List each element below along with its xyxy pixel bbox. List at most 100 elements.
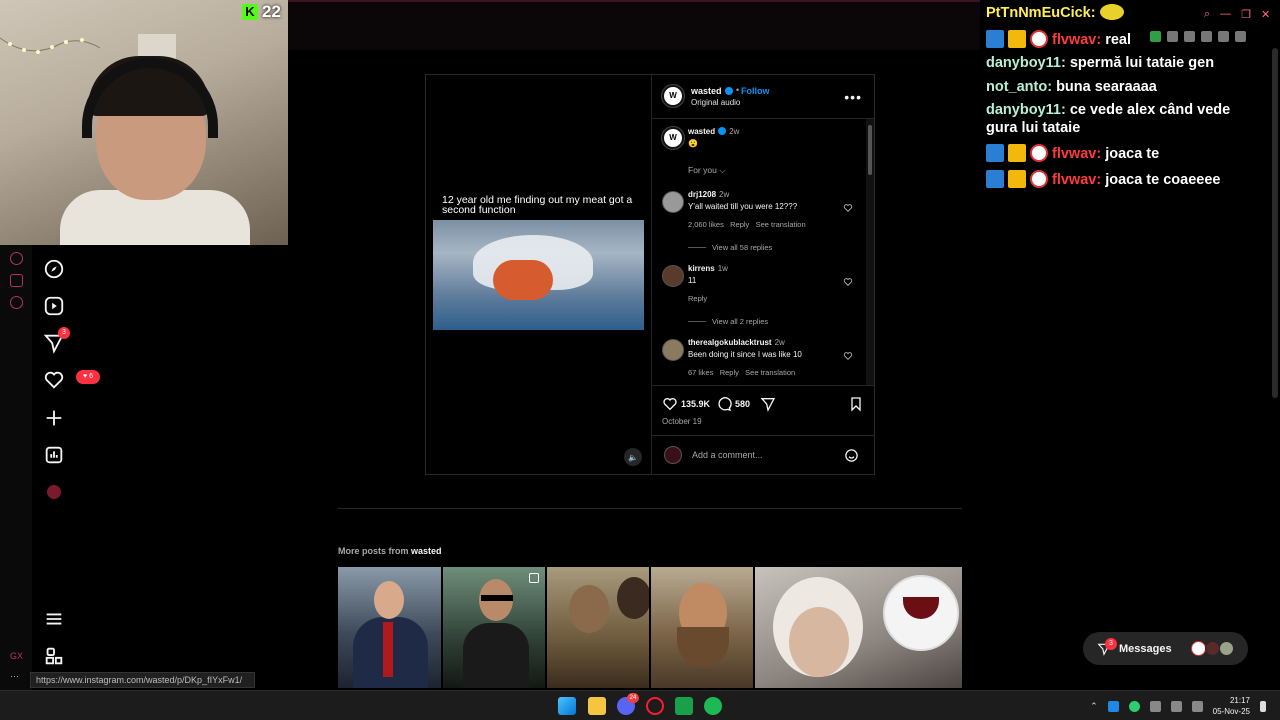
extensions-icon[interactable] xyxy=(10,274,23,287)
create-button[interactable] xyxy=(42,406,66,430)
messages-nav-button[interactable]: 3 xyxy=(42,327,70,355)
post-date[interactable]: October 19 xyxy=(662,417,702,426)
tray-app-icon[interactable] xyxy=(1107,700,1119,712)
post-header: wasted • Follow Original audio ••• xyxy=(652,75,874,119)
save-action[interactable] xyxy=(848,396,864,412)
notification-icon[interactable] xyxy=(1260,700,1266,712)
settings-icon[interactable] xyxy=(10,296,23,309)
apps-button[interactable] xyxy=(42,644,66,668)
chevron-up-icon[interactable]: ⌃ xyxy=(1090,701,1098,712)
more-options-icon[interactable]: ••• xyxy=(844,89,862,105)
comment-avatar[interactable] xyxy=(662,339,684,361)
comment-user[interactable]: drj1208 xyxy=(688,190,716,199)
puzzle-icon[interactable] xyxy=(1184,31,1195,42)
menu-button[interactable] xyxy=(42,607,66,631)
job-badge-icon xyxy=(1030,170,1048,188)
mute-button[interactable]: 🔈 xyxy=(624,448,642,466)
history-icon[interactable] xyxy=(10,252,23,265)
comment-avatar[interactable] xyxy=(662,265,684,287)
chat-username[interactable]: flvwav: xyxy=(1052,146,1101,162)
post-thumbnail[interactable] xyxy=(443,567,545,688)
see-translation-button[interactable]: See translation xyxy=(756,220,806,229)
restore-icon[interactable]: ❐ xyxy=(1241,8,1251,21)
crown-badge-icon xyxy=(1008,144,1026,162)
more-posts-author[interactable]: wasted xyxy=(411,546,442,556)
chat-username[interactable]: danyboy11: xyxy=(986,55,1066,71)
add-comment-bar: Add a comment... xyxy=(652,435,874,474)
comments-scroll-thumb[interactable] xyxy=(868,125,872,175)
reply-button[interactable]: Reply xyxy=(730,220,749,229)
like-action[interactable]: 135.9K xyxy=(662,396,710,412)
post-thumbnail[interactable] xyxy=(651,567,753,688)
comment-user[interactable]: kirrens xyxy=(688,264,715,273)
page-scrollbar[interactable] xyxy=(1272,48,1278,398)
tray-app-icon[interactable] xyxy=(1128,700,1140,712)
comment-input[interactable]: Add a comment... xyxy=(692,450,763,460)
heart-icon xyxy=(44,371,64,389)
explore-button[interactable] xyxy=(42,257,66,281)
spotify-icon[interactable] xyxy=(704,697,722,715)
messages-button[interactable]: 3 Messages xyxy=(1083,632,1248,665)
chat-username[interactable]: danyboy11: xyxy=(986,102,1066,118)
chat-username[interactable]: PtTnNmEuCick: xyxy=(986,5,1096,21)
post-thumbnail[interactable] xyxy=(755,567,962,688)
chat-username[interactable]: flvwav: xyxy=(1052,32,1101,48)
view-replies-button[interactable]: View all 58 replies xyxy=(688,243,772,252)
chat-username[interactable]: flvwav: xyxy=(1052,172,1101,188)
emoji-icon[interactable] xyxy=(844,448,859,463)
reply-button[interactable]: Reply xyxy=(688,294,707,303)
download-icon[interactable] xyxy=(1218,31,1229,42)
comment-likes[interactable]: 2,060 likes xyxy=(688,220,724,229)
comment-avatar[interactable] xyxy=(662,191,684,213)
search-icon[interactable]: ⌕ xyxy=(1204,8,1210,21)
file-explorer-icon[interactable] xyxy=(588,697,606,715)
see-translation-button[interactable]: See translation xyxy=(745,368,795,377)
tie-shape xyxy=(383,622,393,677)
sort-dropdown[interactable]: For you ⌵ xyxy=(688,165,726,176)
meme-video-frame[interactable] xyxy=(433,220,644,330)
network-icon[interactable] xyxy=(1170,700,1182,712)
minimize-icon[interactable]: — xyxy=(1220,8,1231,21)
close-icon[interactable]: ✕ xyxy=(1261,8,1270,21)
author-avatar[interactable] xyxy=(662,85,684,107)
comment-like-icon[interactable] xyxy=(843,277,853,287)
volume-icon[interactable] xyxy=(1191,700,1203,712)
chat-text: real xyxy=(1105,32,1132,48)
follow-button[interactable]: Follow xyxy=(741,86,770,96)
messages-nav-badge: 3 xyxy=(58,327,70,339)
profile-button[interactable] xyxy=(42,480,66,504)
caption-author[interactable]: wasted xyxy=(688,127,715,136)
reels-button[interactable] xyxy=(42,294,66,318)
view-replies-button[interactable]: View all 2 replies xyxy=(688,317,768,326)
comment-action[interactable]: 580 xyxy=(716,396,750,412)
clock[interactable]: 21:17 05-Nov-25 xyxy=(1213,695,1250,717)
discord-icon[interactable]: 24 xyxy=(617,693,639,715)
dashboard-button[interactable] xyxy=(42,443,66,467)
opera-gx-icon[interactable] xyxy=(646,697,664,715)
shield-icon[interactable] xyxy=(1167,31,1178,42)
extension-icon[interactable] xyxy=(1150,31,1161,42)
kick-viewer-count: 22 xyxy=(262,2,281,21)
comment-like-icon[interactable] xyxy=(843,203,853,213)
audio-label[interactable]: Original audio xyxy=(691,98,740,107)
more-icon[interactable]: ··· xyxy=(10,671,19,681)
reply-button[interactable]: Reply xyxy=(720,368,739,377)
comment-likes[interactable]: 67 likes xyxy=(688,368,713,377)
microphone-icon[interactable] xyxy=(1149,700,1161,712)
likes-notification-pill[interactable]: ♥ 6 xyxy=(76,370,100,384)
post-media[interactable]: 12 year old me finding out my meat got a… xyxy=(426,75,652,474)
bookmark-icon xyxy=(851,397,861,412)
profile-icon[interactable] xyxy=(1201,31,1212,42)
share-action[interactable] xyxy=(760,396,776,412)
post-thumbnail[interactable] xyxy=(547,567,649,688)
comment-user[interactable]: therealgokublacktrust xyxy=(688,338,772,347)
caption-avatar[interactable] xyxy=(662,127,684,149)
windows-start-icon[interactable] xyxy=(558,697,576,715)
app-icon[interactable] xyxy=(675,697,693,715)
chat-username[interactable]: not_anto: xyxy=(986,79,1052,95)
post-thumbnail[interactable] xyxy=(338,567,441,688)
notifications-button[interactable] xyxy=(42,368,66,392)
author-username[interactable]: wasted xyxy=(691,86,733,96)
menu-icon[interactable] xyxy=(1235,31,1246,42)
comment-like-icon[interactable] xyxy=(843,351,853,361)
